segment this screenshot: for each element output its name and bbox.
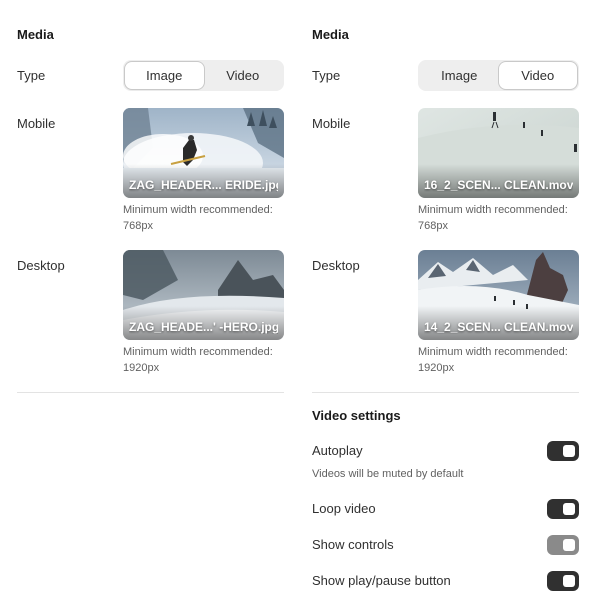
- desktop-hint: Minimum width recommended: 1920px: [418, 346, 568, 374]
- mobile-hint: Minimum width recommended: 768px: [418, 204, 568, 232]
- type-segmented-control: Image Video: [418, 60, 579, 91]
- desktop-label: Desktop: [312, 258, 360, 273]
- desktop-video-thumbnail[interactable]: 14_2_SCEN... CLEAN.mov: [418, 250, 579, 340]
- desktop-hint: Minimum width recommended: 1920px: [123, 346, 273, 374]
- autoplay-toggle[interactable]: [547, 441, 579, 461]
- mobile-video-thumbnail[interactable]: 16_2_SCEN... CLEAN.mov: [418, 108, 579, 198]
- type-label: Type: [17, 68, 46, 83]
- show-play-pause-toggle[interactable]: [547, 571, 579, 591]
- desktop-image-thumbnail[interactable]: ZAG_HEADE...' -HERO.jpg: [123, 250, 284, 340]
- divider-right: [312, 392, 579, 393]
- loop-video-label: Loop video: [312, 501, 376, 516]
- loop-video-toggle[interactable]: [547, 499, 579, 519]
- section-title: Media: [312, 27, 349, 42]
- mobile-hint: Minimum width recommended: 768px: [123, 204, 273, 232]
- show-controls-toggle[interactable]: [547, 535, 579, 555]
- segment-video[interactable]: Video: [498, 62, 577, 89]
- show-play-pause-label: Show play/pause button: [312, 573, 451, 588]
- mobile-label: Mobile: [312, 116, 351, 131]
- type-segmented-control: Image Video: [123, 60, 284, 91]
- file-name: 16_2_SCEN... CLEAN.mov: [424, 178, 573, 192]
- section-title: Media: [17, 27, 54, 42]
- mobile-image-thumbnail[interactable]: ZAG_HEADER... ERIDE.jpg: [123, 108, 284, 198]
- file-name: ZAG_HEADE...' -HERO.jpg: [129, 320, 278, 334]
- autoplay-note: Videos will be muted by default: [312, 468, 464, 480]
- file-name: 14_2_SCEN... CLEAN.mov: [424, 320, 573, 334]
- desktop-label: Desktop: [17, 258, 65, 273]
- file-name: ZAG_HEADER... ERIDE.jpg: [129, 178, 278, 192]
- segment-image[interactable]: Image: [420, 62, 499, 89]
- segment-image[interactable]: Image: [125, 62, 204, 89]
- segment-video[interactable]: Video: [204, 62, 283, 89]
- video-settings-title: Video settings: [312, 408, 401, 423]
- divider-left: [17, 392, 284, 393]
- type-label: Type: [312, 68, 341, 83]
- autoplay-label: Autoplay: [312, 443, 363, 458]
- show-controls-label: Show controls: [312, 537, 394, 552]
- mobile-label: Mobile: [17, 116, 56, 131]
